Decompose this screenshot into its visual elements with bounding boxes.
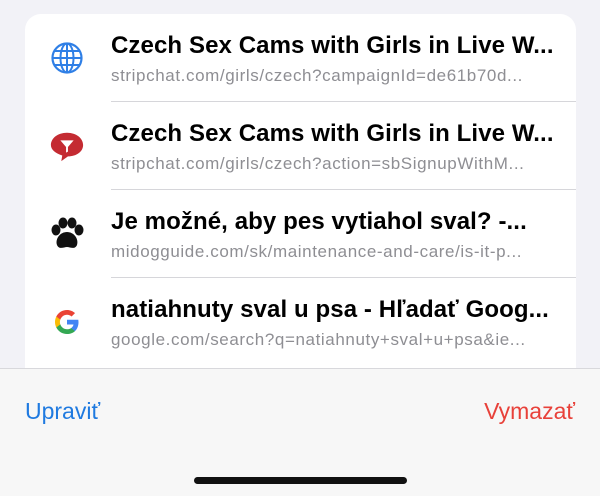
history-item[interactable]: natiahnuty sval u psa - Hľadať Goog... g… xyxy=(25,278,576,366)
history-item[interactable]: Czech Sex Cams with Girls in Live W... s… xyxy=(25,102,576,190)
history-list: Czech Sex Cams with Girls in Live W... s… xyxy=(25,14,576,384)
home-indicator xyxy=(194,477,407,484)
history-item-title: natiahnuty sval u psa - Hľadať Goog... xyxy=(111,296,549,323)
google-g-icon xyxy=(49,304,85,340)
history-item-title: Czech Sex Cams with Girls in Live W... xyxy=(111,120,554,147)
stripchat-speech-bubble-icon xyxy=(49,128,85,164)
edit-button[interactable]: Upraviť xyxy=(25,398,100,425)
globe-icon xyxy=(49,40,85,76)
history-item[interactable]: Czech Sex Cams with Girls in Live W... s… xyxy=(25,14,576,102)
history-item-url: stripchat.com/girls/czech?campaignId=de6… xyxy=(111,66,523,85)
history-item[interactable]: Je možné, aby pes vytiahol sval? -... mi… xyxy=(25,190,576,278)
history-item-url: google.com/search?q=natiahnuty+sval+u+ps… xyxy=(111,330,526,349)
bottom-toolbar: Upraviť Vymazať xyxy=(0,368,600,496)
clear-button[interactable]: Vymazať xyxy=(484,398,575,425)
paw-print-icon xyxy=(49,216,85,252)
history-item-url: midogguide.com/sk/maintenance-and-care/i… xyxy=(111,242,523,261)
history-item-title: Czech Sex Cams with Girls in Live W... xyxy=(111,32,554,59)
history-item-url: stripchat.com/girls/czech?action=sbSignu… xyxy=(111,154,525,173)
history-item-title: Je možné, aby pes vytiahol sval? -... xyxy=(111,208,527,235)
